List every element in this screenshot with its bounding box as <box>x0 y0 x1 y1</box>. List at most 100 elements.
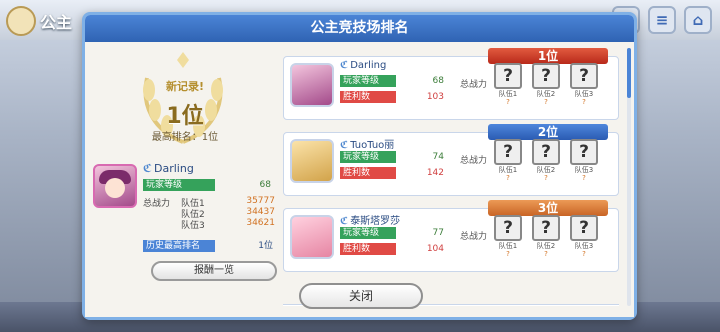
team-power-value: ? <box>582 174 586 182</box>
team-slot[interactable]: ? 队伍2? <box>532 215 560 258</box>
power-label: 总战力 <box>460 80 488 90</box>
team-label: 队伍3 <box>181 221 205 231</box>
wins-row: 胜利数 104 <box>340 243 444 255</box>
player-level-value: 77 <box>432 228 444 238</box>
player-name: Darling <box>154 162 194 175</box>
team-slot[interactable]: ? 队伍1? <box>494 63 522 106</box>
unknown-team-icon: ? <box>494 63 522 89</box>
team-slot[interactable]: ? 队伍3? <box>570 63 598 106</box>
team-power-value: ? <box>506 98 510 106</box>
team-slots: ? 队伍1? ? 队伍2? ? 队伍3? <box>494 215 598 258</box>
scrollbar-thumb[interactable] <box>627 48 631 98</box>
unknown-team-icon: ? <box>494 139 522 165</box>
team-power-value: 35777 <box>246 196 275 206</box>
player-level-row: 玩家等级 74 <box>340 151 444 163</box>
clan-icon: ℭ <box>340 60 349 71</box>
team-slot[interactable]: ? 队伍1? <box>494 139 522 182</box>
menu-icon[interactable]: ≡ <box>648 6 676 34</box>
clan-icon: ℭ <box>143 162 153 175</box>
game-header-label: 公主 <box>40 13 73 32</box>
rank-ribbon: 2位 <box>488 124 608 140</box>
new-record-label: 新记录! <box>165 80 205 93</box>
player-level-label: 玩家等级 <box>340 227 396 239</box>
power-label: 总战力 <box>460 232 488 242</box>
wins-label: 胜利数 <box>340 91 396 103</box>
ranking-list[interactable]: 1位 ℭ Darling 玩家等级 68 胜利数 103 总战力 ? 队伍1? ? 队伍2… <box>283 48 625 306</box>
unknown-team-icon: ? <box>494 215 522 241</box>
unknown-team-icon: ? <box>532 139 560 165</box>
history-best-rank-label: 历史最高排名 <box>143 240 215 252</box>
team-power-value: ? <box>582 250 586 258</box>
player-name-row: ℭ Darling <box>143 162 194 175</box>
unknown-team-icon: ? <box>570 63 598 89</box>
team-power-value: 34621 <box>246 218 275 228</box>
clan-icon: ℭ <box>340 216 349 227</box>
unknown-team-icon: ? <box>532 63 560 89</box>
team-slot[interactable]: ? 队伍2? <box>532 139 560 182</box>
power-label: 总战力 <box>460 156 488 166</box>
history-best-rank-row: 历史最高排名 1位 <box>143 240 275 252</box>
rank-ribbon: 1位 <box>488 48 608 64</box>
team-slot[interactable]: ? 队伍3? <box>570 215 598 258</box>
player-name-row: ℭ TuoTuo丽 <box>340 136 394 151</box>
wins-label: 胜利数 <box>340 243 396 255</box>
team-slot[interactable]: ? 队伍2? <box>532 63 560 106</box>
reward-list-button[interactable]: 报酬一览 <box>151 261 277 281</box>
wins-value: 104 <box>426 244 444 254</box>
player-name-row: ℭ Darling <box>340 60 386 71</box>
team-power-value: 34437 <box>246 207 275 217</box>
team-slots: ? 队伍1? ? 队伍2? ? 队伍3? <box>494 63 598 106</box>
player-level-row: 玩家等级 68 <box>340 75 444 87</box>
team-power-value: ? <box>544 174 548 182</box>
team-slot[interactable]: ? 队伍1? <box>494 215 522 258</box>
ranking-card[interactable]: 2位 ℭ TuoTuo丽 玩家等级 74 胜利数 142 总战力 ? 队伍1? ? 队伍2… <box>283 124 619 196</box>
home-icon[interactable] <box>6 6 36 36</box>
best-rank-value: 1位 <box>166 104 204 129</box>
unknown-team-icon: ? <box>532 215 560 241</box>
player-level-value: 68 <box>259 180 271 190</box>
player-avatar <box>290 215 334 259</box>
player-name-row: ℭ 泰斯塔罗莎 <box>340 212 400 227</box>
player-level-label: 玩家等级 <box>143 179 215 191</box>
home-button-icon[interactable]: ⌂ <box>684 6 712 34</box>
close-button[interactable]: 关闭 <box>299 283 423 309</box>
player-name: 泰斯塔罗莎 <box>350 216 401 227</box>
dialog-title: 公主竞技场排名 <box>85 15 634 42</box>
wins-label: 胜利数 <box>340 167 396 179</box>
ranking-card[interactable]: 3位 ℭ 泰斯塔罗莎 玩家等级 77 胜利数 104 总战力 ? 队伍1? ? 队伍2? … <box>283 200 619 272</box>
player-avatar <box>290 63 334 107</box>
player-level-label: 玩家等级 <box>340 75 396 87</box>
personal-record-panel: 新记录! 1位 最高排名：1位 ℭ Darling 玩家等级 68 总战力 队伍1 <box>91 42 279 317</box>
player-level-row: 玩家等级 68 <box>143 179 273 191</box>
wins-row: 胜利数 103 <box>340 91 444 103</box>
team-power-value: ? <box>506 174 510 182</box>
clan-icon: ℭ <box>340 140 349 151</box>
wins-value: 103 <box>426 92 444 102</box>
player-name: TuoTuo丽 <box>350 140 395 151</box>
team-power-value: ? <box>544 98 548 106</box>
player-name: Darling <box>350 60 387 71</box>
player-power: 总战力 队伍1 35777 队伍2 34437 队伍3 34621 <box>143 196 275 231</box>
rank-ribbon: 3位 <box>488 200 608 216</box>
unknown-team-icon: ? <box>570 215 598 241</box>
ranking-scrollbar[interactable] <box>627 48 631 306</box>
player-level-label: 玩家等级 <box>340 151 396 163</box>
dialog-content: 新记录! 1位 最高排名：1位 ℭ Darling 玩家等级 68 总战力 队伍1 <box>85 42 634 317</box>
wins-row: 胜利数 142 <box>340 167 444 179</box>
player-level-value: 68 <box>432 76 444 86</box>
history-best-rank-value: 1位 <box>258 241 273 251</box>
team-slots: ? 队伍1? ? 队伍2? ? 队伍3? <box>494 139 598 182</box>
player-avatar <box>93 164 137 208</box>
team-power-value: ? <box>544 250 548 258</box>
player-level-value: 74 <box>432 152 444 162</box>
best-rank-caption: 最高排名：1位 <box>151 132 219 143</box>
team-slot[interactable]: ? 队伍3? <box>570 139 598 182</box>
ranking-dialog: 公主竞技场排名 新记录! 1位 最高排名：1位 ℭ Darling 玩家等级 6… <box>82 12 637 320</box>
team-power-value: ? <box>506 250 510 258</box>
player-avatar <box>290 139 334 183</box>
player-level-row: 玩家等级 77 <box>340 227 444 239</box>
wins-value: 142 <box>426 168 444 178</box>
ranking-card[interactable]: 1位 ℭ Darling 玩家等级 68 胜利数 103 总战力 ? 队伍1? ? 队伍2… <box>283 48 619 120</box>
team-power-value: ? <box>582 98 586 106</box>
unknown-team-icon: ? <box>570 139 598 165</box>
